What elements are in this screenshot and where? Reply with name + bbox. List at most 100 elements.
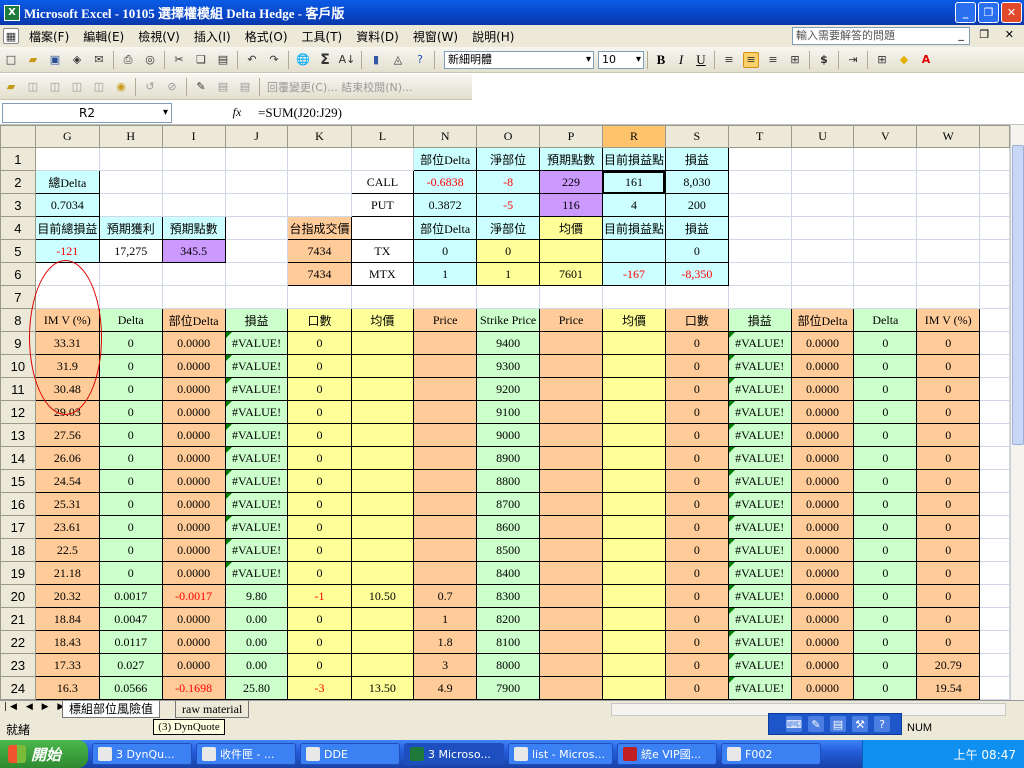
task-vip[interactable]: 統e VIP國...	[617, 743, 717, 765]
cell-i23[interactable]: 0.0000	[161, 653, 226, 677]
cell-i7[interactable]	[161, 285, 226, 309]
cell-o17[interactable]: 8600	[476, 515, 541, 539]
cell-k3[interactable]	[287, 193, 352, 217]
row-header-1[interactable]: 1	[0, 147, 36, 171]
cell-p23[interactable]	[539, 653, 603, 677]
cell-j5[interactable]	[224, 239, 289, 263]
cell-n7[interactable]	[413, 285, 478, 309]
row-header-17[interactable]: 17	[0, 515, 36, 539]
cell-i19[interactable]: 0.0000	[161, 561, 226, 585]
currency-icon[interactable]: $	[816, 52, 832, 68]
cell-blank[interactable]	[979, 216, 1010, 240]
cell-i20[interactable]: -0.0017	[161, 584, 226, 608]
comment-prev-icon[interactable]: ◫	[69, 79, 85, 95]
clock[interactable]: 上午 08:47	[954, 746, 1016, 763]
cell-t4[interactable]	[727, 216, 792, 240]
cell-g18[interactable]: 22.5	[34, 538, 100, 562]
column-header-w[interactable]: W	[916, 125, 981, 148]
cell-k12[interactable]: 0	[287, 400, 352, 424]
cell-t21[interactable]: #VALUE!	[727, 607, 792, 631]
cell-blank[interactable]	[979, 170, 1010, 194]
cell-v18[interactable]: 0	[853, 538, 918, 562]
tab-sheet-raw-material[interactable]: raw material	[175, 701, 250, 718]
cell-l20[interactable]: 10.50	[350, 584, 415, 608]
cell-o14[interactable]: 8900	[476, 446, 541, 470]
cell-h7[interactable]	[98, 285, 163, 309]
cell-w20[interactable]: 0	[916, 584, 981, 608]
cell-p24[interactable]	[539, 676, 603, 700]
cell-v3[interactable]	[853, 193, 918, 217]
row-header-19[interactable]: 19	[0, 561, 36, 585]
cell-v10[interactable]: 0	[853, 354, 918, 378]
cell-v20[interactable]: 0	[853, 584, 918, 608]
cell-t20[interactable]: #VALUE!	[727, 584, 792, 608]
cell-u21[interactable]: 0.0000	[790, 607, 855, 631]
cell-k22[interactable]: 0	[287, 630, 352, 654]
cell-k14[interactable]: 0	[287, 446, 352, 470]
cell-w9[interactable]: 0	[916, 331, 981, 355]
chart-icon[interactable]: ▮	[368, 52, 384, 68]
cell-blank[interactable]	[979, 492, 1010, 516]
cell-u16[interactable]: 0.0000	[790, 492, 855, 516]
cell-k11[interactable]: 0	[287, 377, 352, 401]
sort-ascending-icon[interactable]: A↓	[339, 52, 356, 68]
copy-icon[interactable]: ❏	[193, 52, 209, 68]
cell-i14[interactable]: 0.0000	[161, 446, 226, 470]
cell-r16[interactable]	[601, 492, 666, 516]
cell-u7[interactable]	[790, 285, 855, 309]
cell-h4[interactable]: 預期獲利	[98, 216, 163, 240]
cell-n15[interactable]	[413, 469, 478, 493]
cell-g2[interactable]: 總Delta	[34, 170, 100, 194]
table-header-n[interactable]: Price	[413, 308, 478, 332]
cell-l10[interactable]	[350, 354, 415, 378]
cell-w18[interactable]: 0	[916, 538, 981, 562]
cell-n23[interactable]: 3	[413, 653, 478, 677]
cell-n3[interactable]: 0.3872	[413, 193, 478, 217]
cell-u9[interactable]: 0.0000	[790, 331, 855, 355]
cell-r20[interactable]	[601, 584, 666, 608]
cell-p6[interactable]: 7601	[539, 262, 603, 286]
cell-h6[interactable]	[98, 262, 163, 286]
cell-t17[interactable]: #VALUE!	[727, 515, 792, 539]
cell-g14[interactable]: 26.06	[34, 446, 100, 470]
cell-o20[interactable]: 8300	[476, 584, 541, 608]
comment-next-icon[interactable]: ◫	[91, 79, 107, 95]
cell-v15[interactable]: 0	[853, 469, 918, 493]
cell-p3[interactable]: 116	[539, 193, 603, 217]
cell-t14[interactable]: #VALUE!	[727, 446, 792, 470]
cell-l9[interactable]	[350, 331, 415, 355]
cell-h3[interactable]	[98, 193, 163, 217]
cell-h18[interactable]: 0	[98, 538, 163, 562]
row-header-2[interactable]: 2	[0, 170, 36, 194]
table-header-i[interactable]: 部位Delta	[161, 308, 226, 332]
column-header-h[interactable]: H	[98, 125, 163, 148]
table-header-w[interactable]: IM V (%)	[916, 308, 981, 332]
row-header-7[interactable]: 7	[0, 285, 36, 309]
cell-j15[interactable]: #VALUE!	[224, 469, 289, 493]
cell-p18[interactable]	[539, 538, 603, 562]
close-button[interactable]: ✕	[1001, 2, 1022, 23]
cell-i2[interactable]	[161, 170, 226, 194]
cell-k9[interactable]: 0	[287, 331, 352, 355]
cell-g16[interactable]: 25.31	[34, 492, 100, 516]
row-header-18[interactable]: 18	[0, 538, 36, 562]
cell-s2[interactable]: 8,030	[664, 170, 729, 194]
cell-n6[interactable]: 1	[413, 262, 478, 286]
cell-p12[interactable]	[539, 400, 603, 424]
cell-o7[interactable]	[476, 285, 541, 309]
menu-help[interactable]: 說明(H)	[465, 28, 521, 45]
cell-n1[interactable]: 部位Delta	[413, 147, 478, 171]
cell-u1[interactable]	[790, 147, 855, 171]
cell-t15[interactable]: #VALUE!	[727, 469, 792, 493]
column-header-u[interactable]: U	[790, 125, 855, 148]
cell-r24[interactable]	[601, 676, 666, 700]
menu-tools[interactable]: 工具(T)	[295, 28, 350, 45]
formula-input[interactable]: =SUM(J20:J29)	[258, 105, 342, 121]
cell-k2[interactable]	[287, 170, 352, 194]
cell-r2[interactable]: 161	[601, 170, 666, 194]
cell-l7[interactable]	[350, 285, 415, 309]
menu-insert[interactable]: 插入(I)	[187, 28, 238, 45]
cell-v6[interactable]	[853, 262, 918, 286]
cell-t16[interactable]: #VALUE!	[727, 492, 792, 516]
menu-data[interactable]: 資料(D)	[349, 28, 406, 45]
